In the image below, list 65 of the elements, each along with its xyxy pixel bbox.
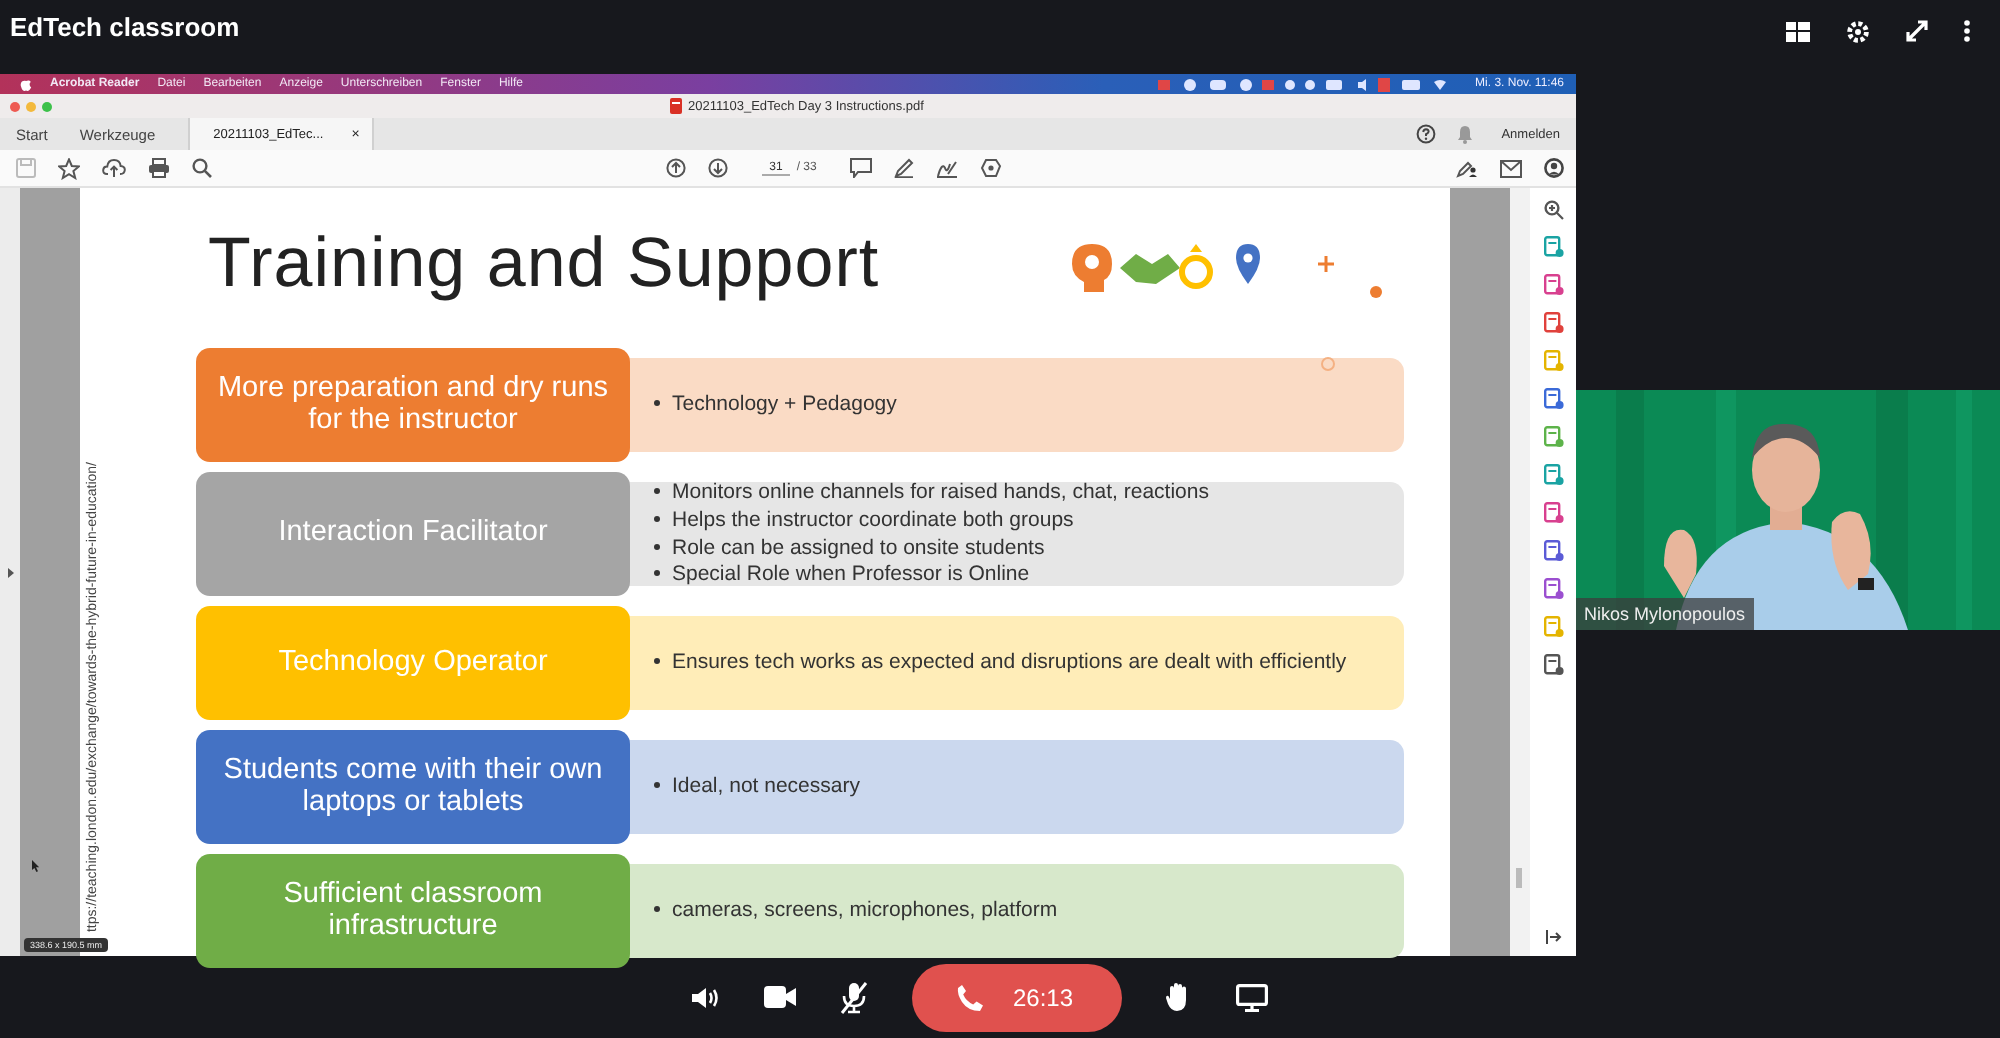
more-icon[interactable] (1964, 20, 1970, 42)
bullet-text: Role can be assigned to onsite students (672, 535, 1045, 561)
pdf-icon (670, 98, 682, 114)
hang-up-button[interactable]: 26:13 (912, 963, 1122, 1031)
bullet-text: Monitors online channels for raised hands, chat, reactions (672, 480, 1209, 506)
tool-icon[interactable] (1543, 312, 1563, 334)
bullet-text: Ideal, not necessary (672, 774, 860, 800)
account-icon[interactable] (1544, 158, 1565, 178)
tool-icon[interactable] (1543, 464, 1563, 486)
app-title: EdTech classroom (10, 12, 240, 42)
bullet-dot (654, 488, 660, 495)
tool-icon[interactable] (1543, 540, 1563, 562)
bullet-text: Technology + Pedagogy (672, 392, 897, 418)
cloud-upload-icon[interactable] (102, 158, 126, 178)
bullet-dot (654, 658, 660, 665)
bullet-dot (654, 782, 660, 789)
category-label: Technology Operator (196, 606, 630, 720)
print-icon[interactable] (148, 158, 170, 178)
category-label: Interaction Facilitator (196, 472, 630, 596)
collapse-panel-icon[interactable] (1545, 930, 1561, 944)
help-icon[interactable] (1415, 124, 1436, 144)
slide-title: Training and Support (208, 224, 880, 304)
bullet-dot (654, 906, 660, 913)
bullet-text: cameras, screens, microphones, platform (672, 898, 1058, 924)
camera-icon[interactable] (764, 986, 797, 1008)
tool-icon[interactable] (1543, 236, 1563, 258)
phone-icon (956, 983, 985, 1011)
zoom-icon[interactable] (1543, 200, 1563, 220)
microphone-icon[interactable] (840, 981, 869, 1013)
cursor-icon (32, 860, 40, 872)
screen-share-icon[interactable] (1235, 983, 1268, 1011)
scroll-thumb[interactable] (1516, 868, 1522, 888)
bullet-dot (654, 570, 660, 577)
tool-icon[interactable] (1543, 388, 1563, 410)
speaker-icon[interactable] (692, 985, 721, 1009)
tool-icon[interactable] (1543, 274, 1563, 296)
page-down-icon[interactable] (707, 158, 728, 178)
apple-icon[interactable] (20, 77, 32, 91)
category-label: More preparation and dry runs for the instructor (196, 348, 630, 462)
mail-icon[interactable] (1500, 159, 1523, 177)
bullet-text: Ensures tech works as expected and disruptions are dealt with efficiently (672, 650, 1347, 676)
minimize-icon[interactable] (1906, 20, 1928, 42)
bullet-dot (654, 400, 660, 407)
expand-arrow-icon[interactable] (7, 567, 13, 577)
participant-name: Nikos Mylonopoulos (1576, 597, 1754, 629)
pen-icon[interactable] (894, 158, 915, 178)
comment-icon[interactable] (850, 158, 873, 178)
settings-icon[interactable] (1846, 19, 1870, 43)
page-up-icon[interactable] (665, 158, 686, 178)
tool-icon[interactable] (1543, 654, 1563, 676)
category-label: Students come with their own laptops or tablets (196, 730, 630, 844)
raise-hand-icon[interactable] (1165, 982, 1192, 1012)
category-label: Sufficient classroom infrastructure (196, 854, 630, 968)
tool-icon[interactable] (1543, 578, 1563, 600)
tool-icon[interactable] (1543, 502, 1563, 524)
bullet-text: Special Role when Professor is Online (672, 562, 1030, 588)
search-icon[interactable] (192, 158, 212, 178)
edit-user-icon[interactable] (1456, 158, 1479, 178)
stamp-icon[interactable] (980, 158, 1003, 178)
bullet-dot (654, 543, 660, 549)
bullet-dot (654, 515, 660, 522)
bullet-text: Helps the instructor coordinate both groups (672, 507, 1074, 533)
signature-icon[interactable] (936, 158, 959, 178)
grid-icon[interactable] (1786, 21, 1810, 41)
star-icon[interactable] (58, 157, 80, 179)
